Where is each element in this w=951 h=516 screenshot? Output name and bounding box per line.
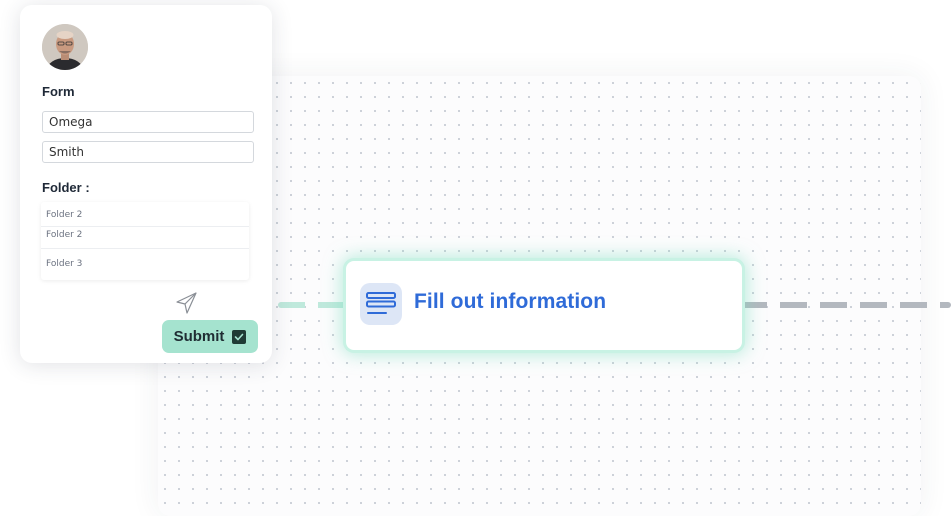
paper-plane-icon: [175, 291, 199, 315]
folder-option[interactable]: Folder 3: [46, 259, 82, 269]
folder-label: Folder :: [42, 180, 90, 195]
connector-right: [740, 302, 951, 308]
submit-label: Submit: [173, 328, 225, 345]
first-name-field[interactable]: [42, 111, 254, 133]
form-lines-icon: [360, 283, 402, 325]
connector-left: [278, 302, 352, 308]
form-card: Form Folder : Folder 2 Folder 2 Folder 3…: [20, 5, 272, 363]
folder-divider: [41, 248, 249, 249]
folder-list: Folder 2 Folder 2 Folder 3: [41, 202, 249, 280]
form-title: Form: [42, 84, 75, 99]
step-title: Fill out information: [414, 290, 607, 313]
checkbox-checked-icon: [232, 329, 247, 344]
submit-button[interactable]: Submit: [162, 320, 258, 353]
folder-option[interactable]: Folder 2: [46, 210, 82, 220]
workflow-step-card[interactable]: Fill out information: [346, 261, 742, 350]
folder-option[interactable]: Folder 2: [46, 230, 82, 240]
folder-divider: [41, 226, 249, 227]
last-name-field[interactable]: [42, 141, 254, 163]
avatar: [42, 24, 88, 70]
